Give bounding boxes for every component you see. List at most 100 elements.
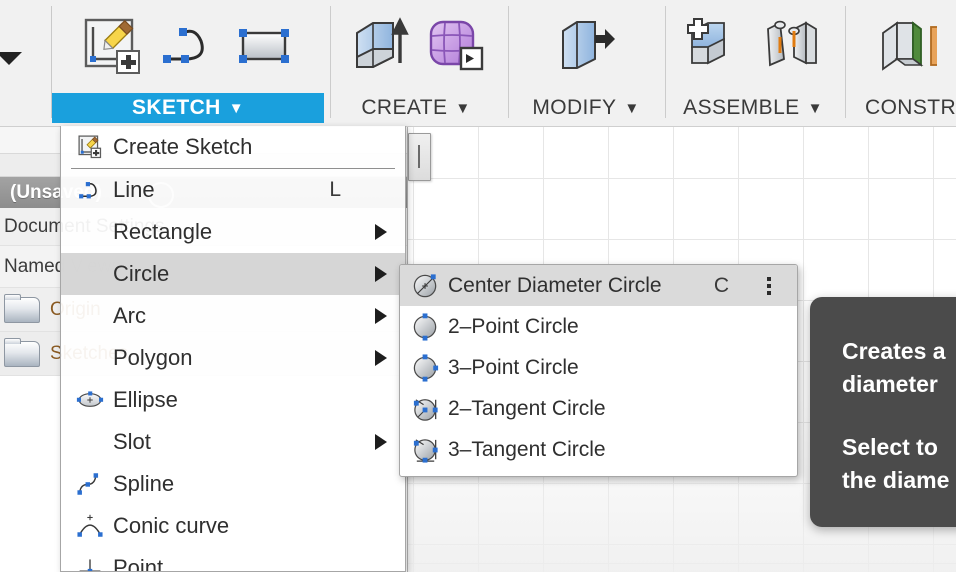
menu-item-conic-curve[interactable]: Conic curve [61, 505, 405, 547]
tooltip-line-2: diameter [842, 371, 938, 397]
press-pull-icon[interactable] [555, 15, 617, 77]
extrude-icon[interactable] [347, 15, 409, 77]
chevron-down-icon[interactable] [0, 52, 22, 65]
chevron-right-icon [375, 308, 387, 324]
toolbar-group-sketch-icons [52, 0, 324, 92]
toolbar-divider [845, 6, 846, 118]
point-icon [73, 557, 107, 571]
conic-curve-icon [73, 513, 107, 539]
toolbar-group-assemble[interactable]: ASSEMBLE ▼ [667, 0, 839, 126]
toolbar-label-text: CREATE [361, 96, 448, 119]
toolbar-group-construct[interactable]: CONSTRU [847, 0, 956, 126]
rectangle-icon[interactable] [233, 15, 295, 77]
menu-item-spline[interactable]: Spline [61, 463, 405, 505]
menu-item-label: Line [113, 177, 155, 202]
three-point-circle-icon [408, 353, 444, 383]
toolbar-group-modify-label[interactable]: MODIFY ▼ [510, 93, 662, 123]
toolbar-divider [330, 6, 331, 118]
sketch-dropdown-menu[interactable]: Create Sketch Line L Rectangle Circle Ar… [60, 126, 406, 572]
folder-icon [4, 293, 40, 323]
menu-item-label: Conic curve [113, 513, 230, 538]
chevron-down-icon: ▼ [807, 99, 823, 117]
toolbar-group-create[interactable]: CREATE ▼ [332, 0, 500, 126]
submenu-item-2-point-circle[interactable]: 2–Point Circle [400, 306, 797, 347]
menu-item-circle[interactable]: Circle [61, 253, 405, 295]
toolbar-group-modify[interactable]: MODIFY ▼ [510, 0, 662, 126]
chevron-down-icon: ▼ [228, 99, 244, 117]
toolbar-divider [508, 6, 509, 118]
menu-item-shortcut: L [329, 178, 341, 201]
chevron-right-icon [375, 434, 387, 450]
toolbar-group-assemble-icons [667, 0, 839, 92]
ribbon-toolbar: SKETCH ▼ CREATE ▼ MODIFY ▼ ASSEMBLE ▼ CO… [0, 0, 956, 127]
three-tangent-circle-icon [408, 435, 444, 465]
line-icon [73, 177, 107, 203]
menu-item-label: Arc [113, 303, 146, 328]
menu-item-label: Rectangle [113, 219, 213, 244]
toolbar-group-sketch[interactable]: SKETCH ▼ [52, 0, 324, 126]
menu-item-ellipse[interactable]: Ellipse [61, 379, 405, 421]
panel-splitter-handle[interactable] [408, 133, 431, 181]
toolbar-group-create-icons [332, 0, 500, 92]
chevron-right-icon [375, 266, 387, 282]
menu-item-create-sketch[interactable]: Create Sketch [61, 126, 405, 168]
overflow-dots-icon[interactable] [767, 276, 771, 295]
create-form-icon[interactable] [423, 15, 485, 77]
menu-item-point[interactable]: Point [61, 547, 405, 572]
two-tangent-circle-icon [408, 394, 444, 424]
menu-item-line[interactable]: Line L [61, 169, 405, 211]
toolbar-label-text: ASSEMBLE [683, 96, 800, 119]
toolbar-group-sketch-label[interactable]: SKETCH ▼ [52, 93, 324, 123]
toolbar-group-assemble-label[interactable]: ASSEMBLE ▼ [667, 93, 839, 123]
toolbar-group-construct-label[interactable]: CONSTRU [847, 93, 956, 123]
new-component-icon[interactable] [684, 15, 746, 77]
menu-item-label: Create Sketch [113, 134, 253, 159]
toolbar-label-text: MODIFY [532, 96, 617, 119]
tooltip-line-4: the diame [842, 467, 950, 493]
chevron-down-icon: ▼ [455, 99, 471, 117]
toolbar-group-modify-icons [510, 0, 662, 92]
center-diameter-circle-icon [408, 271, 444, 301]
menu-item-slot[interactable]: Slot [61, 421, 405, 463]
chevron-down-icon: ▼ [624, 99, 640, 117]
submenu-item-3-tangent-circle[interactable]: 3–Tangent Circle [400, 429, 797, 470]
toolbar-group-construct-icons [847, 0, 956, 92]
chevron-right-icon [375, 224, 387, 240]
submenu-item-label: Center Diameter Circle [448, 273, 662, 297]
fusion-360-window: (Unsaved) Document Settings Named Views … [0, 0, 956, 572]
tooltip-line-1: Creates a [842, 338, 946, 364]
submenu-item-3-point-circle[interactable]: 3–Point Circle [400, 347, 797, 388]
toolbar-label-text: SKETCH [132, 96, 221, 119]
ellipse-icon [73, 389, 107, 411]
menu-item-label: Ellipse [113, 387, 178, 412]
submenu-item-shortcut: C [713, 273, 729, 297]
menu-item-rectangle[interactable]: Rectangle [61, 211, 405, 253]
line-icon[interactable] [157, 15, 219, 77]
circle-submenu[interactable]: Center Diameter Circle C 2–Point Circle [399, 264, 798, 477]
menu-item-label: Polygon [113, 345, 193, 370]
toolbar-group-create-label[interactable]: CREATE ▼ [332, 93, 500, 123]
offset-plane-icon[interactable] [875, 15, 937, 77]
create-sketch-icon[interactable] [81, 15, 143, 77]
create-sketch-icon [73, 134, 107, 160]
submenu-item-label: 3–Tangent Circle [448, 437, 606, 461]
spline-icon [73, 471, 107, 497]
toolbar-divider [665, 6, 666, 118]
menu-item-arc[interactable]: Arc [61, 295, 405, 337]
chevron-right-icon [375, 350, 387, 366]
two-point-circle-icon [408, 312, 444, 342]
submenu-item-label: 2–Tangent Circle [448, 396, 606, 420]
submenu-item-label: 3–Point Circle [448, 355, 579, 379]
menu-item-polygon[interactable]: Polygon [61, 337, 405, 379]
menu-item-label: Point [113, 555, 164, 572]
folder-icon [4, 337, 40, 367]
submenu-item-label: 2–Point Circle [448, 314, 579, 338]
tooltip: Creates a diameter Select to the diame [810, 297, 956, 527]
menu-item-label: Spline [113, 471, 175, 496]
submenu-item-center-diameter-circle[interactable]: Center Diameter Circle C [400, 265, 797, 306]
menu-item-label: Slot [113, 429, 151, 454]
submenu-item-2-tangent-circle[interactable]: 2–Tangent Circle [400, 388, 797, 429]
joint-icon[interactable] [760, 15, 822, 77]
menu-item-label: Circle [113, 261, 170, 286]
toolbar-label-text: CONSTRU [865, 96, 956, 119]
